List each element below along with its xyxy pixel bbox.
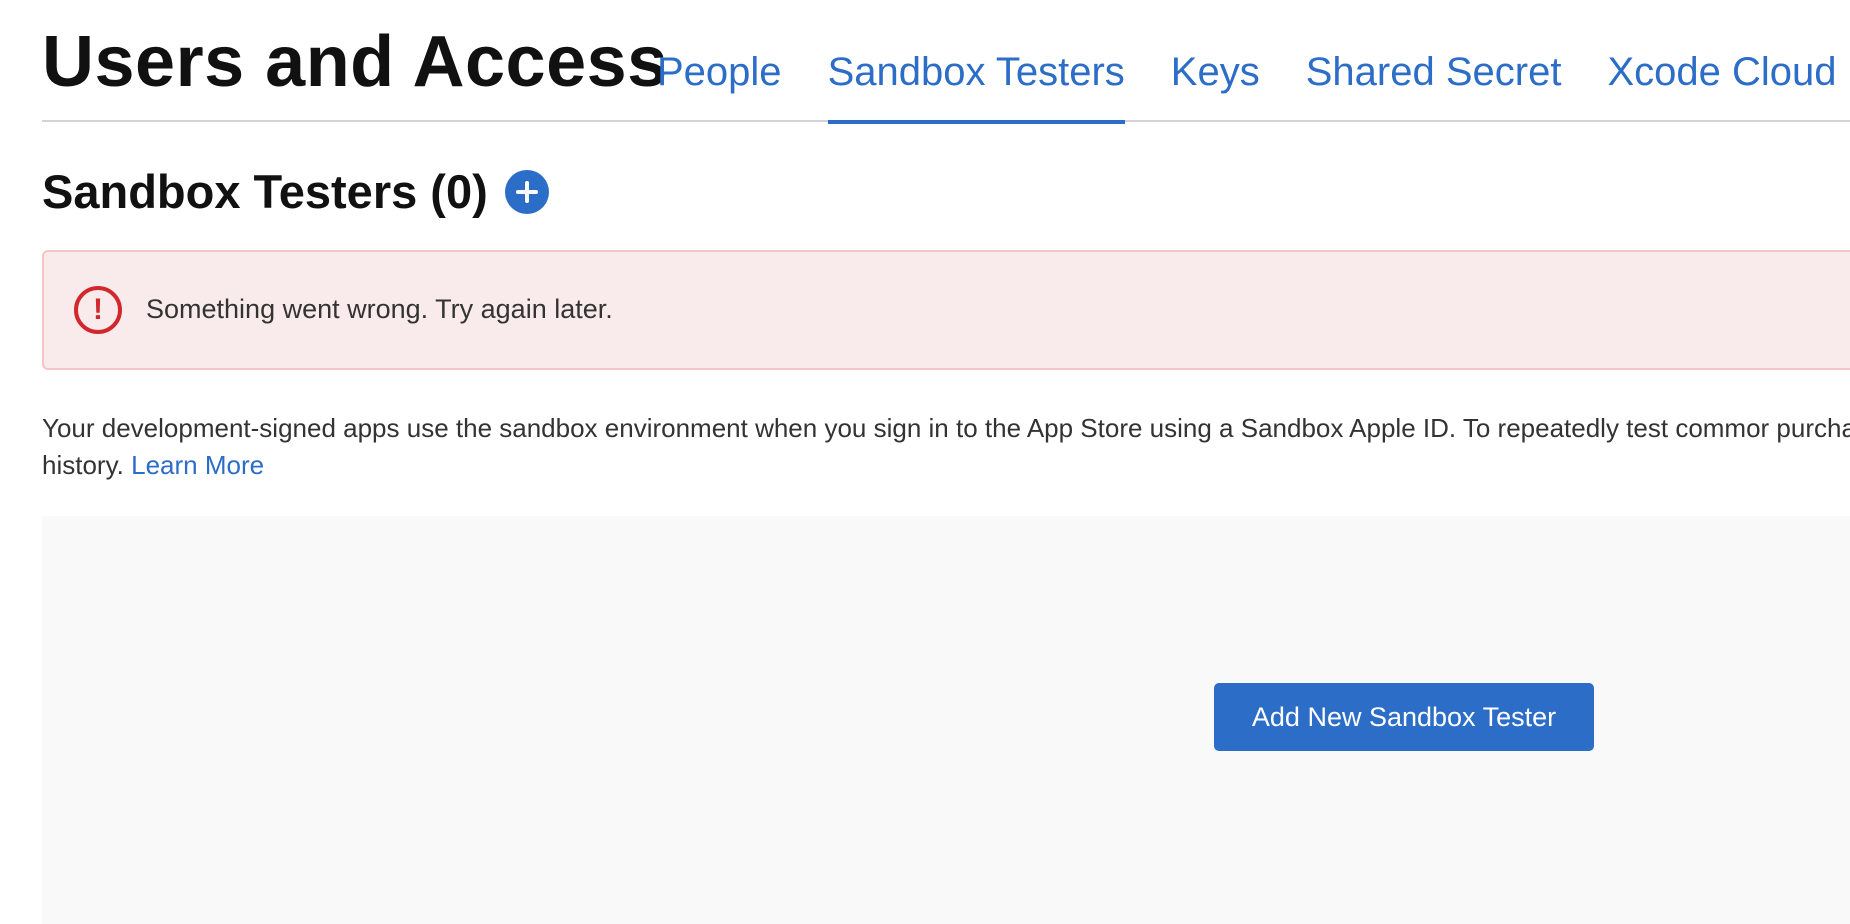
error-message: Something went wrong. Try again later. — [146, 294, 613, 324]
empty-state-panel: Add New Sandbox Tester — [42, 516, 1850, 924]
exclamation-circle-icon: ! — [74, 286, 122, 334]
tab-shared-secret[interactable]: Shared Secret — [1306, 0, 1562, 122]
section-heading: Sandbox Testers (0) — [42, 164, 549, 220]
tab-bar: People Sandbox Testers Keys Shared Secre… — [657, 0, 1850, 124]
section-title: Sandbox Testers (0) — [42, 165, 488, 218]
description-body: Your development-signed apps use the san… — [42, 413, 1850, 480]
add-new-sandbox-tester-button[interactable]: Add New Sandbox Tester — [1214, 683, 1594, 751]
learn-more-link[interactable]: Learn More — [131, 450, 264, 480]
description-text: Your development-signed apps use the san… — [42, 410, 1850, 484]
tab-xcode-cloud[interactable]: Xcode Cloud — [1607, 0, 1836, 122]
tab-people[interactable]: People — [657, 0, 782, 122]
page-header: Users and Access People Sandbox Testers … — [42, 0, 1850, 124]
page: Users and Access People Sandbox Testers … — [0, 0, 1850, 924]
plus-circle-icon[interactable] — [504, 170, 549, 214]
error-banner: ! Something went wrong. Try again later. — [42, 250, 1850, 370]
tab-keys[interactable]: Keys — [1171, 0, 1260, 122]
tab-sandbox-testers[interactable]: Sandbox Testers — [827, 0, 1126, 124]
page-title: Users and Access — [42, 22, 668, 102]
